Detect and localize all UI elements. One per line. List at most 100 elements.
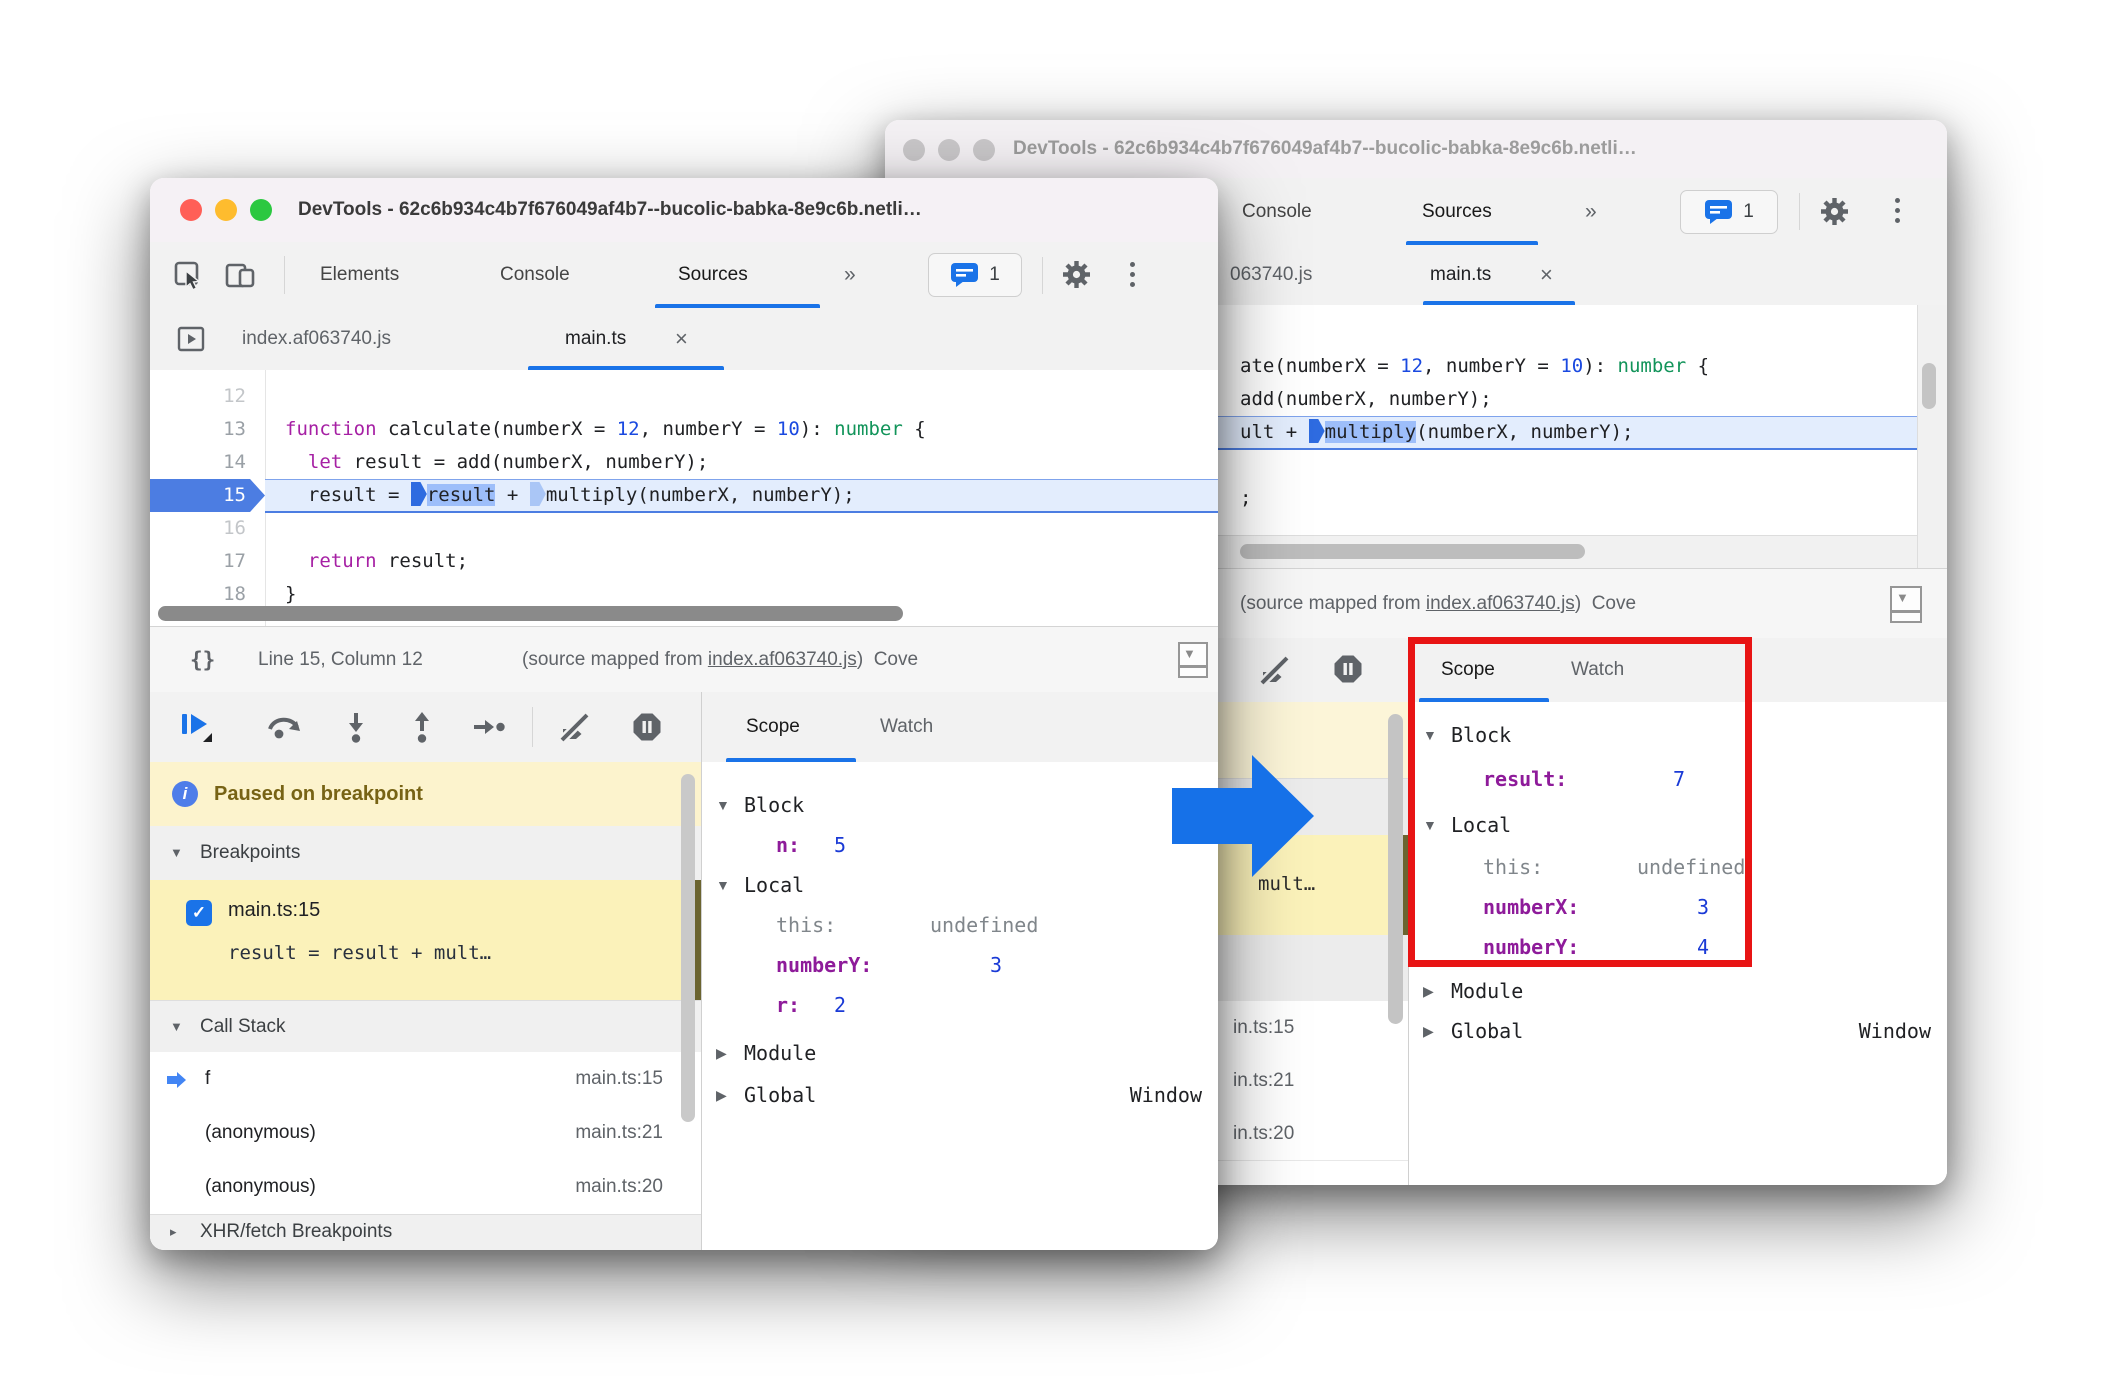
scope-section-global[interactable]: ▶ Global Window [1409,1014,1947,1048]
deactivate-breakpoints-icon[interactable] [1258,655,1292,685]
editor-hscrollbar-thumb[interactable] [158,606,903,621]
close-file-tab-icon[interactable]: × [1540,245,1553,305]
tab-watch[interactable]: Watch [880,692,933,762]
scope-var-this[interactable]: this: undefined [702,908,1218,942]
collapse-triangle-icon[interactable]: ▶ [716,1078,727,1112]
collapse-triangle-icon[interactable]: ▸ [170,1215,177,1249]
scope-pane-front: ▼ Block n: 5 ▼ Local this: undefined num… [701,762,1218,1250]
more-tabs-icon[interactable]: » [844,242,856,308]
pretty-print-icon[interactable]: {} [190,627,215,693]
scope-section-module[interactable]: ▶ Module [702,1036,1218,1070]
expand-triangle-icon[interactable]: ▼ [716,868,730,902]
scope-section-local[interactable]: ▼ Local [702,868,1218,902]
issues-counter-button[interactable]: 1 [1680,190,1778,234]
file-tab-index-js[interactable]: index.af063740.js [242,308,391,370]
var-name: r: [776,993,801,1017]
device-toolbar-icon[interactable] [224,259,258,291]
titlebar-front[interactable]: DevTools - 62c6b934c4b7f676049af4b7--buc… [150,178,1218,243]
collapse-triangle-icon[interactable]: ▶ [1423,1014,1434,1048]
tab-console[interactable]: Console [500,242,570,308]
scope-var-r[interactable]: r: 2 [702,988,1218,1022]
tab-sources[interactable]: Sources [678,242,748,308]
window-title: DevTools - 62c6b934c4b7f676049af4b7--buc… [1013,138,1637,159]
minimize-window-button[interactable] [938,139,960,161]
callstack-section-header[interactable]: ▼ Call Stack [150,1000,701,1054]
scope-section-block[interactable]: ▼ Block [702,788,1218,822]
breakpoints-section-header[interactable]: ▼ Breakpoints [150,826,701,881]
more-tabs-icon[interactable]: » [1585,178,1597,245]
devtools-window-front: DevTools - 62c6b934c4b7f676049af4b7--buc… [150,178,1218,1250]
tab-elements[interactable]: Elements [320,242,399,308]
titlebar-back[interactable]: DevTools - 62c6b934c4b7f676049af4b7--buc… [885,120,1947,179]
zoom-window-button[interactable] [973,139,995,161]
code-editor-front[interactable]: 12 13 14 16 17 18 15 function calculate(… [150,370,1218,626]
close-window-button[interactable] [903,139,925,161]
settings-gear-icon[interactable] [1062,260,1091,289]
expand-triangle-icon[interactable]: ▼ [170,826,183,880]
breakpoint-line-badge[interactable]: 15 [150,479,265,512]
inspect-element-icon[interactable] [172,259,204,291]
step-location-marker-outline-icon[interactable] [529,482,546,506]
toggle-breakpoint-dock-icon[interactable]: ▼ [1178,642,1208,678]
var-value: 5 [834,833,847,857]
kebab-menu-icon[interactable] [1895,198,1900,223]
close-file-tab-icon[interactable]: × [675,308,688,370]
resume-script-icon[interactable] [178,710,214,744]
sidebar-scrollbar-thumb[interactable] [1388,714,1403,1024]
xhr-breakpoints-header[interactable]: ▸ XHR/fetch Breakpoints [150,1214,701,1250]
toolbar-divider [284,256,285,294]
frame-location: in.ts:21 [1233,1070,1295,1091]
expand-triangle-icon[interactable]: ▼ [170,1001,183,1053]
editor-hscrollbar-thumb[interactable] [1240,544,1585,559]
callstack-row[interactable]: (anonymous) main.ts:20 [150,1160,701,1215]
settings-gear-icon[interactable] [1820,197,1849,226]
step-over-icon[interactable] [266,714,302,744]
step-out-icon[interactable] [408,711,436,743]
global-value: Window [1129,1083,1202,1107]
issues-counter-button[interactable]: 1 [928,253,1022,297]
tab-console[interactable]: Console [1242,178,1312,245]
source-map-link[interactable]: index.af063740.js [708,649,857,670]
minimize-window-button[interactable] [215,199,237,221]
zoom-window-button[interactable] [250,199,272,221]
scope-section-module[interactable]: ▶ Module [1409,974,1947,1008]
toggle-navigator-icon[interactable] [175,323,207,355]
file-tab-index-js[interactable]: 063740.js [1230,245,1312,305]
close-window-button[interactable] [180,199,202,221]
callstack-row-active[interactable]: f main.ts:15 [150,1052,701,1107]
line-number: 13 [223,418,246,440]
scope-section-global[interactable]: ▶ Global Window [702,1078,1218,1112]
pause-on-exceptions-icon[interactable] [1333,654,1363,684]
scope-var-numberY[interactable]: numberY: 3 [702,948,1218,982]
collapse-triangle-icon[interactable]: ▶ [716,1036,727,1070]
file-tab-main-ts[interactable]: main.ts [565,308,626,370]
tab-scope[interactable]: Scope [746,692,800,762]
expand-triangle-icon[interactable]: ▼ [716,788,730,822]
file-tab-main-ts[interactable]: main.ts [1430,245,1491,305]
step-location-marker-icon[interactable] [410,482,427,506]
deactivate-breakpoints-icon[interactable] [558,712,592,742]
sidebar-scrollbar-thumb[interactable] [681,774,695,1122]
callstack-row[interactable]: (anonymous) main.ts:21 [150,1106,701,1161]
frame-name: f [205,1068,211,1089]
breakpoint-checkbox[interactable]: ✓ [186,900,212,926]
breakpoint-entry[interactable]: ✓ main.ts:15 result = result + mult… [150,880,701,1000]
step-location-marker-icon[interactable] [1308,419,1325,443]
scope-section-label: Module [744,1041,817,1065]
step-into-icon[interactable] [342,711,370,743]
source-map-link[interactable]: index.af063740.js [1426,593,1575,614]
scope-section-label: Global [744,1083,817,1107]
editor-vscrollbar-thumb[interactable] [1922,363,1936,409]
source-mapped-status: (source mapped from index.af063740.js) C… [522,649,919,670]
pause-on-exceptions-icon[interactable] [632,712,662,742]
section-title: XHR/fetch Breakpoints [200,1221,393,1242]
toggle-breakpoint-dock-icon[interactable]: ▼ [1890,586,1922,623]
collapse-triangle-icon[interactable]: ▶ [1423,974,1434,1008]
global-value: Window [1858,1019,1931,1043]
scope-var-n[interactable]: n: 5 [702,828,1218,862]
kebab-menu-icon[interactable] [1130,262,1135,287]
tab-sources[interactable]: Sources [1422,178,1492,245]
step-icon[interactable] [472,715,506,741]
editor-vscrollbar-track[interactable] [1917,305,1947,568]
var-value: 2 [834,993,847,1017]
